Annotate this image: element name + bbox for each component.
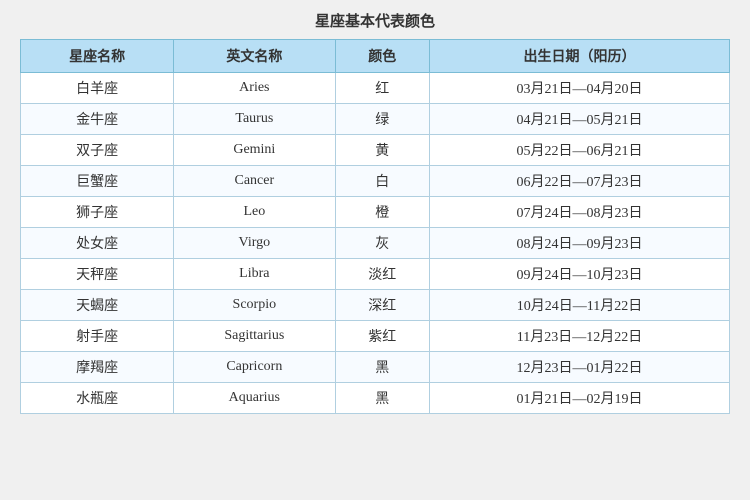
cell-en: Aries <box>174 73 335 104</box>
cell-dates: 07月24日—08月23日 <box>429 197 729 228</box>
cell-color: 绿 <box>335 104 429 135</box>
zodiac-table: 星座名称 英文名称 颜色 出生日期（阳历） 白羊座Aries红03月21日—04… <box>20 39 730 414</box>
table-row: 射手座Sagittarius紫红11月23日—12月22日 <box>21 321 730 352</box>
cell-zh: 天秤座 <box>21 259 174 290</box>
cell-color: 黑 <box>335 383 429 414</box>
cell-zh: 处女座 <box>21 228 174 259</box>
cell-en: Leo <box>174 197 335 228</box>
cell-en: Capricorn <box>174 352 335 383</box>
col-header-en: 英文名称 <box>174 40 335 73</box>
main-container: 星座基本代表颜色 星座名称 英文名称 颜色 出生日期（阳历） 白羊座Aries红… <box>20 10 730 414</box>
cell-en: Virgo <box>174 228 335 259</box>
cell-dates: 05月22日—06月21日 <box>429 135 729 166</box>
cell-dates: 11月23日—12月22日 <box>429 321 729 352</box>
cell-dates: 10月24日—11月22日 <box>429 290 729 321</box>
table-row: 水瓶座Aquarius黑01月21日—02月19日 <box>21 383 730 414</box>
cell-zh: 水瓶座 <box>21 383 174 414</box>
col-header-dates: 出生日期（阳历） <box>429 40 729 73</box>
table-row: 金牛座Taurus绿04月21日—05月21日 <box>21 104 730 135</box>
cell-color: 红 <box>335 73 429 104</box>
cell-dates: 03月21日—04月20日 <box>429 73 729 104</box>
table-row: 天蝎座Scorpio深红10月24日—11月22日 <box>21 290 730 321</box>
cell-zh: 双子座 <box>21 135 174 166</box>
cell-dates: 01月21日—02月19日 <box>429 383 729 414</box>
table-header-row: 星座名称 英文名称 颜色 出生日期（阳历） <box>21 40 730 73</box>
cell-zh: 金牛座 <box>21 104 174 135</box>
table-row: 双子座Gemini黄05月22日—06月21日 <box>21 135 730 166</box>
cell-zh: 射手座 <box>21 321 174 352</box>
cell-color: 黄 <box>335 135 429 166</box>
cell-dates: 06月22日—07月23日 <box>429 166 729 197</box>
table-row: 天秤座Libra淡红09月24日—10月23日 <box>21 259 730 290</box>
cell-zh: 狮子座 <box>21 197 174 228</box>
table-body: 白羊座Aries红03月21日—04月20日金牛座Taurus绿04月21日—0… <box>21 73 730 414</box>
cell-color: 白 <box>335 166 429 197</box>
table-row: 处女座Virgo灰08月24日—09月23日 <box>21 228 730 259</box>
col-header-zh: 星座名称 <box>21 40 174 73</box>
cell-dates: 04月21日—05月21日 <box>429 104 729 135</box>
cell-dates: 09月24日—10月23日 <box>429 259 729 290</box>
table-row: 巨蟹座Cancer白06月22日—07月23日 <box>21 166 730 197</box>
cell-color: 淡红 <box>335 259 429 290</box>
cell-zh: 白羊座 <box>21 73 174 104</box>
table-row: 摩羯座Capricorn黑12月23日—01月22日 <box>21 352 730 383</box>
cell-zh: 巨蟹座 <box>21 166 174 197</box>
table-row: 狮子座Leo橙07月24日—08月23日 <box>21 197 730 228</box>
cell-en: Cancer <box>174 166 335 197</box>
cell-color: 灰 <box>335 228 429 259</box>
cell-zh: 摩羯座 <box>21 352 174 383</box>
cell-en: Gemini <box>174 135 335 166</box>
cell-dates: 12月23日—01月22日 <box>429 352 729 383</box>
cell-en: Libra <box>174 259 335 290</box>
table-row: 白羊座Aries红03月21日—04月20日 <box>21 73 730 104</box>
cell-dates: 08月24日—09月23日 <box>429 228 729 259</box>
col-header-color: 颜色 <box>335 40 429 73</box>
cell-en: Aquarius <box>174 383 335 414</box>
cell-color: 黑 <box>335 352 429 383</box>
cell-en: Scorpio <box>174 290 335 321</box>
cell-en: Sagittarius <box>174 321 335 352</box>
cell-color: 紫红 <box>335 321 429 352</box>
cell-color: 深红 <box>335 290 429 321</box>
cell-color: 橙 <box>335 197 429 228</box>
page-title: 星座基本代表颜色 <box>20 10 730 31</box>
cell-zh: 天蝎座 <box>21 290 174 321</box>
cell-en: Taurus <box>174 104 335 135</box>
